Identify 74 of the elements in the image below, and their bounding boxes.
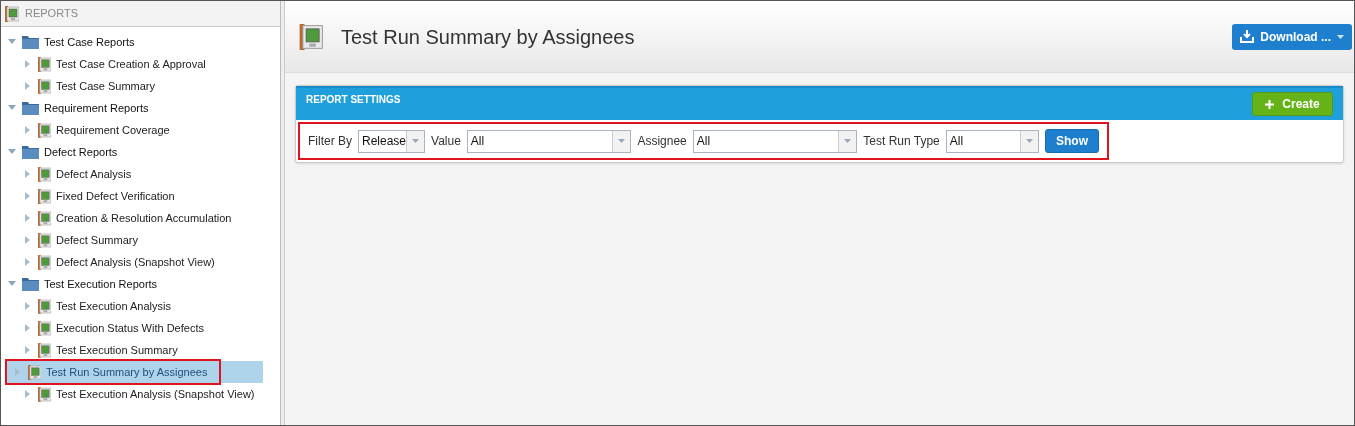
- report-icon: [38, 386, 51, 402]
- dropdown-field[interactable]: All: [466, 129, 632, 153]
- sidebar-title: REPORTS: [25, 6, 78, 22]
- collapse-arrow-icon[interactable]: [8, 149, 16, 155]
- page-title: Test Run Summary by Assignees: [341, 24, 635, 50]
- report-icon: [28, 364, 41, 380]
- report-icon: [38, 342, 51, 358]
- expand-arrow-icon[interactable]: [25, 60, 31, 68]
- expand-arrow-icon[interactable]: [25, 192, 31, 200]
- collapse-arrow-icon[interactable]: [8, 39, 16, 45]
- show-button[interactable]: Show: [1045, 129, 1099, 153]
- expand-arrow-icon[interactable]: [25, 302, 31, 310]
- expand-arrow-icon[interactable]: [25, 346, 31, 354]
- tree-item[interactable]: Test Execution Analysis (Snapshot View): [56, 385, 255, 403]
- expand-arrow-icon[interactable]: [15, 368, 21, 376]
- expand-arrow-icon[interactable]: [25, 236, 31, 244]
- report-icon: [38, 56, 51, 72]
- report-icon: [38, 320, 51, 336]
- panel-title: REPORT SETTINGS: [306, 93, 401, 107]
- filter-label: Filter By: [308, 133, 352, 150]
- report-icon: [38, 78, 51, 94]
- tree-folder[interactable]: Requirement Reports: [44, 99, 149, 117]
- folder-icon: [22, 145, 39, 159]
- tree-item[interactable]: Defect Summary: [56, 231, 138, 249]
- selected-tree-row[interactable]: Test Run Summary by Assignees: [5, 361, 263, 383]
- dropdown-arrow-icon: [844, 139, 852, 143]
- collapse-arrow-icon[interactable]: [8, 105, 16, 111]
- caret-icon: [1337, 34, 1344, 39]
- report-icon: [38, 166, 51, 182]
- tree-item[interactable]: Test Execution Summary: [56, 341, 178, 359]
- report-icon: [38, 210, 51, 226]
- tree-item[interactable]: Defect Analysis: [56, 165, 132, 183]
- report-icon: [38, 122, 51, 138]
- tree-item[interactable]: Requirement Coverage: [56, 121, 170, 139]
- tree-item[interactable]: Test Case Summary: [56, 77, 156, 95]
- expand-arrow-icon[interactable]: [25, 390, 31, 398]
- tree-item[interactable]: Test Case Creation & Approval: [56, 55, 206, 73]
- tree-item[interactable]: Fixed Defect Verification: [56, 187, 175, 205]
- expand-arrow-icon[interactable]: [25, 258, 31, 266]
- download-icon: [1240, 30, 1255, 43]
- report-icon: [299, 23, 323, 50]
- expand-arrow-icon[interactable]: [25, 126, 31, 134]
- tree-item[interactable]: Creation & Resolution Accumulation: [56, 209, 232, 227]
- filter-label: Test Run Type: [863, 133, 940, 150]
- folder-icon: [22, 101, 39, 115]
- tree-folder[interactable]: Test Execution Reports: [44, 275, 158, 293]
- plus-icon: [1265, 99, 1275, 109]
- tree-folder[interactable]: Test Case Reports: [44, 33, 135, 51]
- report-icon: [38, 298, 51, 314]
- dropdown-arrow-icon: [618, 139, 626, 143]
- expand-arrow-icon[interactable]: [25, 214, 31, 222]
- dropdown-field[interactable]: All: [945, 129, 1039, 153]
- collapse-arrow-icon[interactable]: [8, 281, 16, 287]
- download-button[interactable]: Download ...: [1232, 23, 1352, 50]
- tree-folder[interactable]: Defect Reports: [44, 143, 118, 161]
- expand-arrow-icon[interactable]: [25, 324, 31, 332]
- expand-arrow-icon[interactable]: [25, 170, 31, 178]
- dropdown-arrow-icon: [412, 139, 420, 143]
- expand-arrow-icon[interactable]: [25, 82, 31, 90]
- dropdown-field[interactable]: All: [692, 129, 858, 153]
- tree-item[interactable]: Test Run Summary by Assignees: [46, 363, 208, 381]
- filter-label: Assignee: [637, 133, 687, 150]
- tree-item[interactable]: Test Execution Analysis: [56, 297, 171, 315]
- filter-label: Value: [431, 133, 461, 150]
- dropdown-arrow-icon: [1026, 139, 1033, 143]
- report-icon: [38, 188, 51, 204]
- report-icon: [5, 5, 19, 22]
- report-icon: [38, 254, 51, 270]
- tree-item[interactable]: Execution Status With Defects: [56, 319, 204, 337]
- folder-icon: [22, 277, 39, 291]
- report-icon: [38, 232, 51, 248]
- dropdown-field[interactable]: Release: [358, 129, 426, 153]
- tree-item[interactable]: Defect Analysis (Snapshot View): [56, 253, 215, 271]
- folder-icon: [22, 35, 39, 49]
